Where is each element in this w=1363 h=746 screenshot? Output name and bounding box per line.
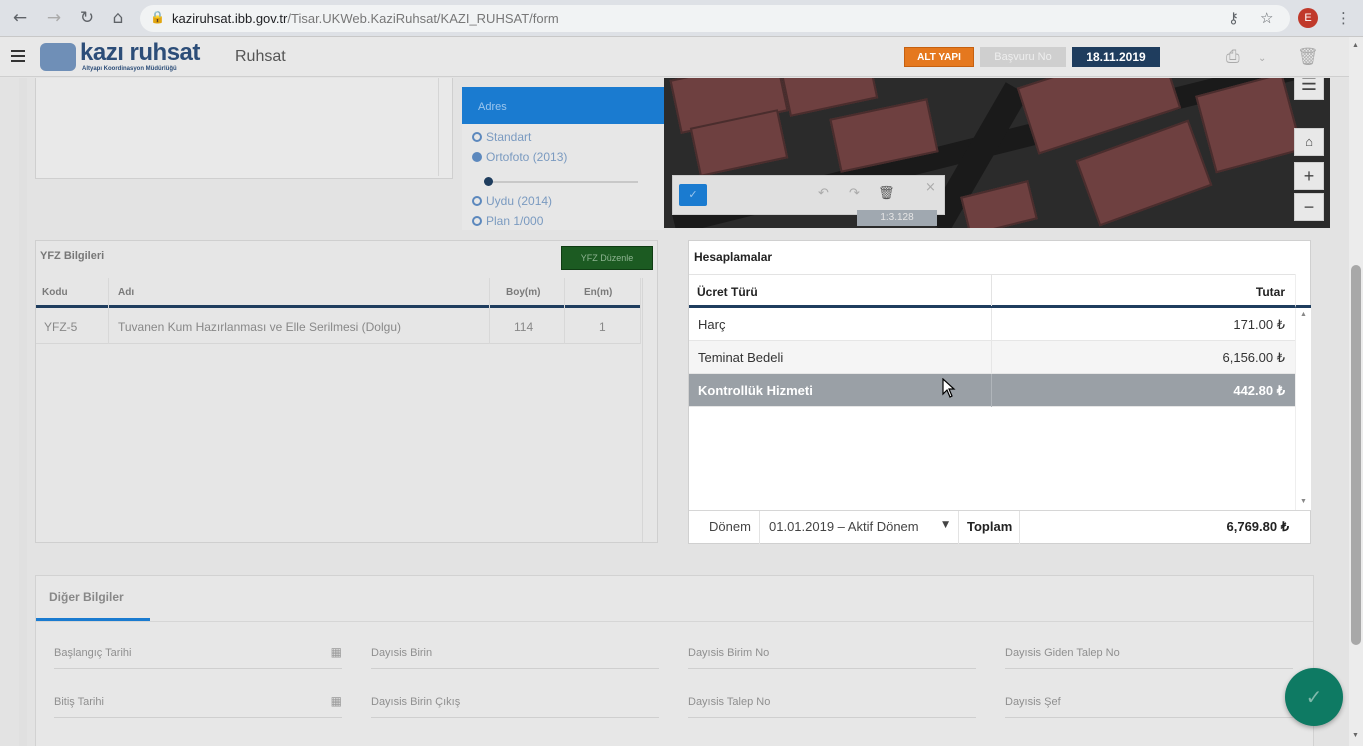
caret-down-icon: ▼	[942, 520, 949, 530]
calculations-title: Hesaplamalar	[694, 250, 773, 264]
calculations-panel: Hesaplamalar Ücret Türü Tutar Harç 171.0…	[688, 240, 1311, 544]
address-bar[interactable]: 🔒 kaziruhsat.ibb.gov.tr/Tisar.UKWeb.Kazi…	[140, 5, 1290, 32]
radio-checked-icon	[472, 152, 482, 162]
period-label: Dönem	[709, 519, 751, 534]
print-icon[interactable]: ⎙	[1226, 47, 1240, 67]
mouse-cursor-icon	[942, 378, 956, 398]
layer-list: Standart Ortofoto (2013) Uydu (2014) Pla…	[462, 124, 664, 230]
col-boy[interactable]: Boy(m)	[506, 287, 540, 298]
close-icon[interactable]: ×	[925, 180, 936, 195]
delete-icon[interactable]: 🗑	[878, 186, 895, 201]
yfz-panel: YFZ Bilgileri YFZ Düzenle Kodu Adı Boy(m…	[35, 240, 658, 543]
layer-option-ortofoto[interactable]: Ortofoto (2013)	[472, 150, 567, 164]
table-row[interactable]: Harç 171.00 ₺	[689, 308, 1295, 341]
calculations-footer: Dönem 01.01.2019 – Aktif Dönem ▼ Toplam …	[689, 510, 1311, 544]
period-select[interactable]: 01.01.2019 – Aktif Dönem ▼	[759, 511, 959, 544]
logo-mark	[40, 43, 76, 71]
logo-subtitle: Altyapı Koordinasyon Müdürlüğü	[82, 66, 177, 72]
col-adi[interactable]: Adı	[118, 287, 134, 298]
radio-icon	[472, 132, 482, 142]
reload-icon[interactable]: ↻	[77, 8, 97, 28]
other-info-panel: Diğer Bilgiler Başlangıç Tarihi ▦ Dayısis…	[35, 575, 1314, 746]
layer-option-standart[interactable]: Standart	[472, 130, 531, 144]
star-icon[interactable]: ☆	[1260, 9, 1273, 27]
dayisis-birim-no-field[interactable]: Dayısis Birim No	[688, 643, 976, 669]
forward-icon[interactable]: →	[44, 8, 64, 28]
yfz-table-header: Kodu Adı Boy(m) En(m)	[36, 278, 641, 308]
browser-chrome: ← → ↻ ⌂ 🔒 kaziruhsat.ibb.gov.tr/Tisar.UK…	[0, 0, 1363, 37]
date-badge: 18.11.2019	[1072, 47, 1160, 67]
application-no-badge: Başvuru No	[980, 47, 1066, 67]
yfz-scrollbar[interactable]	[642, 278, 657, 542]
calendar-icon[interactable]: ▦	[331, 694, 342, 708]
dayisis-birim-cikis-field[interactable]: Dayısis Birin Çıkış	[371, 692, 659, 718]
total-label: Toplam	[967, 519, 1013, 534]
profile-avatar[interactable]: E	[1298, 8, 1318, 28]
calendar-icon[interactable]: ▦	[331, 645, 342, 659]
radio-icon	[472, 196, 482, 206]
layer-option-uydu[interactable]: Uydu (2014)	[472, 194, 552, 208]
redo-icon[interactable]: ↷	[849, 186, 860, 201]
page-content: Adres Standart Ortofoto (2013) Uydu (201…	[0, 78, 1349, 746]
draw-line-icon[interactable]: ✓	[679, 184, 707, 206]
dayisis-birim-field[interactable]: Dayısis Birin	[371, 643, 659, 669]
zoom-in-button[interactable]: +	[1294, 162, 1324, 190]
scroll-up-icon[interactable]: ▲	[1300, 311, 1307, 318]
yfz-edit-button[interactable]: YFZ Düzenle	[561, 246, 653, 270]
home-icon[interactable]: ⌂	[108, 8, 128, 28]
end-date-field[interactable]: Bitiş Tarihi ▦	[54, 692, 342, 718]
tab-other-info[interactable]: Diğer Bilgiler	[49, 590, 124, 604]
type-badge: ALT YAPI	[904, 47, 974, 67]
chevron-down-icon[interactable]: ⌄	[1258, 53, 1266, 64]
dayisis-talep-no-field[interactable]: Dayısis Talep No	[688, 692, 976, 718]
module-title: Ruhsat	[235, 48, 286, 65]
scroll-thumb[interactable]	[1351, 265, 1361, 645]
draw-toolbar: ✓ ↶ ↷ 🗑 ×	[672, 175, 945, 215]
textarea-scrollbar[interactable]	[438, 78, 450, 176]
notes-textarea[interactable]	[35, 78, 453, 179]
table-row-selected[interactable]: Kontrollük Hizmeti 442.80 ₺	[689, 374, 1295, 407]
scroll-down-icon[interactable]: ▼	[1300, 498, 1307, 505]
layer-panel-header[interactable]: Adres	[462, 87, 664, 124]
logo-word: kazı ruhsat	[80, 39, 200, 66]
zoom-out-button[interactable]: −	[1294, 193, 1324, 221]
url-host: kaziruhsat.ibb.gov.tr	[172, 11, 288, 26]
start-date-field[interactable]: Başlangıç Tarihi ▦	[54, 643, 342, 669]
yfz-title: YFZ Bilgileri	[40, 250, 105, 262]
back-icon[interactable]: ←	[10, 8, 30, 28]
table-row[interactable]: Teminat Bedeli 6,156.00 ₺	[689, 341, 1295, 374]
calculations-table-header: Ücret Türü Tutar	[689, 274, 1295, 308]
page-scrollbar[interactable]: ▲ ▼	[1349, 37, 1363, 746]
col-kodu[interactable]: Kodu	[42, 287, 68, 298]
undo-icon[interactable]: ↶	[818, 186, 829, 201]
col-en[interactable]: En(m)	[584, 287, 612, 298]
col-fee-type[interactable]: Ücret Türü	[697, 285, 758, 299]
logo: kazı ruhsat Altyapı Koordinasyon Müdürlü…	[40, 39, 220, 75]
hamburger-icon[interactable]	[11, 50, 25, 62]
url-path: /Tisar.UKWeb.KaziRuhsat/KAZI_RUHSAT/form	[287, 11, 559, 26]
layers-icon[interactable]: ☰	[1294, 78, 1324, 100]
layer-option-plan[interactable]: Plan 1/000	[472, 214, 543, 228]
trash-icon[interactable]: 🗑	[1297, 47, 1319, 67]
col-amount[interactable]: Tutar	[1256, 285, 1285, 299]
confirm-fab-button[interactable]: ✓	[1285, 668, 1343, 726]
scroll-down-icon[interactable]: ▼	[1352, 732, 1359, 739]
dayisis-sef-field[interactable]: Dayısis Şef	[1005, 692, 1293, 718]
app-header: kazı ruhsat Altyapı Koordinasyon Müdürlü…	[0, 37, 1363, 77]
opacity-slider[interactable]	[484, 177, 638, 186]
calculations-scrollbar[interactable]: ▲ ▼	[1295, 308, 1311, 510]
scroll-up-icon[interactable]: ▲	[1352, 42, 1359, 49]
slider-handle[interactable]	[484, 177, 493, 186]
lock-icon: 🔒	[150, 10, 165, 24]
radio-icon	[472, 216, 482, 226]
menu-dots-icon[interactable]: ⋮	[1336, 9, 1351, 27]
map-scale: 1:3.128	[857, 210, 937, 226]
key-icon[interactable]: ⚷	[1228, 9, 1239, 27]
map-home-icon[interactable]: ⌂	[1294, 128, 1324, 156]
total-value: 6,769.80 ₺	[1226, 519, 1290, 534]
dayisis-giden-talep-no-field[interactable]: Dayısis Giden Talep No	[1005, 643, 1293, 669]
table-row[interactable]: YFZ-5 Tuvanen Kum Hazırlanması ve Elle S…	[36, 310, 641, 344]
